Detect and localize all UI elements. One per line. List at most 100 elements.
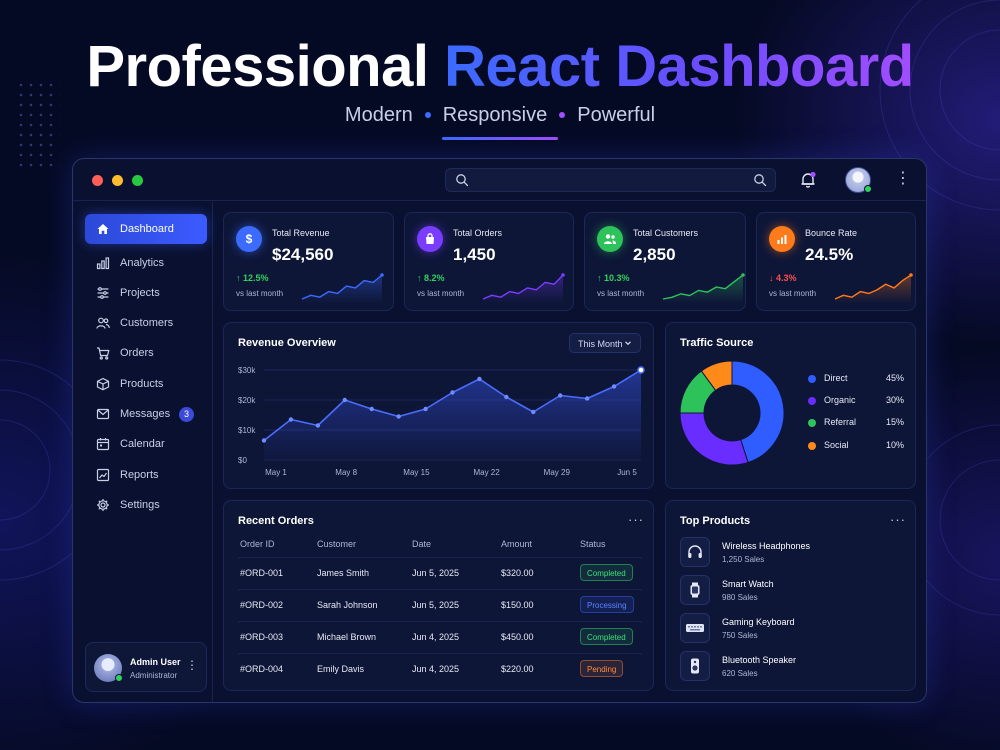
stat-value: $24,560 — [272, 245, 334, 264]
sidebar-item-reports[interactable]: Reports — [85, 460, 207, 490]
search-input[interactable] — [476, 169, 736, 191]
avatar[interactable] — [845, 167, 872, 193]
data-point — [315, 423, 321, 428]
hero-subtitle-word: Powerful — [577, 104, 656, 126]
column-header-status[interactable]: Status — [580, 539, 606, 549]
search-bar[interactable] — [445, 168, 776, 192]
sidebar-item-label: Messages — [120, 408, 171, 420]
trend-up-icon: ↑ — [417, 273, 422, 283]
sparkline-area — [483, 275, 563, 303]
stat-change: ↑ 12.5% — [236, 273, 269, 283]
order-date: Jun 4, 2025 — [412, 664, 460, 674]
order-id: #ORD-003 — [240, 632, 284, 642]
projects-icon — [97, 287, 109, 299]
users-icon — [96, 317, 110, 329]
sidebar-item-orders[interactable]: Orders — [85, 338, 207, 368]
sidebar: Dashboard Analytics Projects Customers O… — [73, 202, 213, 702]
close-window-button[interactable] — [92, 175, 103, 186]
card-title: Recent Orders — [238, 515, 314, 527]
y-tick-label: $10k — [238, 426, 256, 435]
sparkline-area — [835, 275, 911, 303]
separator-dot — [424, 112, 431, 118]
stat-change: ↓ 4.3% — [769, 273, 797, 283]
status-badge: Completed — [580, 628, 633, 645]
order-customer: Emily Davis — [317, 664, 365, 674]
data-point — [584, 396, 590, 401]
order-id: #ORD-002 — [240, 600, 284, 610]
order-date: Jun 5, 2025 — [412, 568, 460, 578]
legend-item-social: Social 10% — [808, 439, 904, 453]
sparkline-end-point — [909, 273, 913, 277]
sidebar-item-dashboard[interactable]: Dashboard — [85, 214, 207, 244]
home-icon — [97, 224, 109, 234]
legend-swatch — [808, 419, 816, 427]
data-point — [477, 376, 482, 382]
stat-change: ↑ 10.3% — [597, 273, 630, 283]
sidebar-item-products[interactable]: Products — [85, 369, 207, 399]
column-header-order-id[interactable]: Order ID — [240, 539, 275, 549]
data-point — [450, 390, 455, 395]
bar-chart-icon — [96, 257, 110, 270]
x-tick-label: May 15 — [403, 468, 430, 477]
data-point — [261, 438, 267, 443]
sparkline-end-point — [380, 273, 384, 277]
table-divider — [238, 653, 642, 654]
stat-change-value: 8.2% — [424, 273, 445, 283]
stat-card-bounce-rate: Bounce Rate 24.5% ↓ 4.3% vs last month — [756, 212, 916, 311]
sidebar-item-label: Customers — [120, 317, 174, 329]
hero-underline — [442, 137, 558, 140]
keyboard-icon — [680, 613, 710, 643]
search-submit-icon[interactable] — [753, 173, 767, 187]
cart-icon — [97, 347, 110, 360]
data-point — [637, 366, 645, 374]
legend-swatch — [808, 397, 816, 405]
search-icon — [456, 174, 469, 187]
legend-label: Direct — [824, 373, 848, 383]
user-profile-card[interactable]: Admin User Administrator ⋮ — [85, 642, 207, 692]
legend-item-direct: Direct 45% — [808, 372, 904, 386]
product-sales: 980 Sales — [722, 593, 758, 602]
hero-title-gradient: React Dashboard — [444, 34, 914, 99]
order-date: Jun 4, 2025 — [412, 632, 460, 642]
status-badge: Processing — [580, 596, 634, 613]
revenue-overview-card: Revenue Overview This Month $0 $10k $20k $3… — [223, 322, 654, 489]
y-tick-label: $20k — [238, 396, 256, 405]
sidebar-item-analytics[interactable]: Analytics — [85, 248, 207, 278]
products-more-icon[interactable]: ··· — [890, 513, 906, 526]
more-options-icon[interactable]: ⋮ — [895, 171, 911, 187]
stat-label: Total Orders — [453, 228, 503, 238]
sidebar-item-messages[interactable]: Messages 3 — [85, 399, 207, 429]
speaker-icon — [680, 651, 710, 681]
sidebar-item-label: Dashboard — [120, 223, 174, 235]
minimize-window-button[interactable] — [112, 175, 123, 186]
sidebar-item-settings[interactable]: Settings — [85, 490, 207, 520]
column-header-date[interactable]: Date — [412, 539, 431, 549]
order-id: #ORD-001 — [240, 568, 284, 578]
orders-more-icon[interactable]: ··· — [628, 513, 644, 526]
bell-icon[interactable] — [799, 171, 817, 189]
sidebar-item-projects[interactable]: Projects — [85, 278, 207, 308]
separator-dot — [559, 112, 566, 118]
stat-sub: vs last month — [236, 289, 284, 298]
hero-subtitle-word: Responsive — [442, 104, 548, 126]
sidebar-item-customers[interactable]: Customers — [85, 308, 207, 338]
stat-value: 1,450 — [453, 245, 496, 264]
legend-swatch — [808, 442, 816, 450]
user-menu-icon[interactable]: ⋮ — [186, 659, 198, 671]
maximize-window-button[interactable] — [132, 175, 143, 186]
stat-change: ↑ 8.2% — [417, 273, 445, 283]
sparkline-area — [663, 275, 743, 303]
sparkline-end-point — [741, 273, 745, 277]
sidebar-item-calendar[interactable]: Calendar — [85, 429, 207, 459]
order-customer: Sarah Johnson — [317, 600, 378, 610]
product-name: Smart Watch — [722, 579, 774, 589]
status-badge: Completed — [580, 564, 633, 581]
stat-label: Total Customers — [633, 228, 699, 238]
stat-label: Total Revenue — [272, 228, 330, 238]
column-header-customer[interactable]: Customer — [317, 539, 356, 549]
legend-label: Referral — [824, 417, 857, 427]
column-header-amount[interactable]: Amount — [501, 539, 532, 549]
messages-count-badge: 3 — [179, 407, 194, 422]
legend-value: 45% — [885, 373, 904, 383]
order-id: #ORD-004 — [240, 664, 284, 674]
